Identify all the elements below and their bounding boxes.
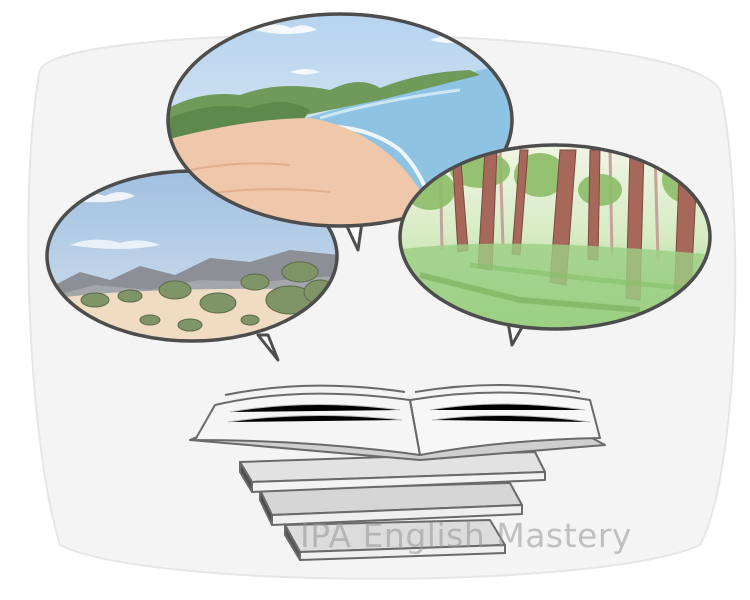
watermark-text: IPA English Mastery: [300, 516, 632, 555]
illustration: [27, 12, 737, 580]
